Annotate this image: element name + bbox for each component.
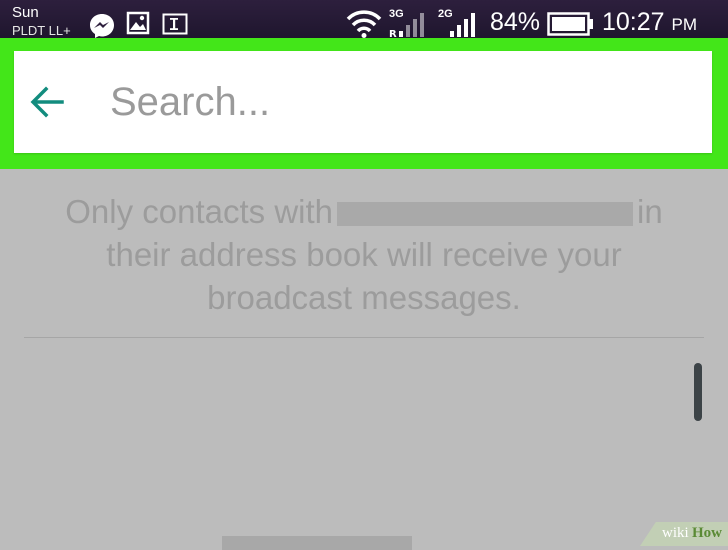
- broadcast-info-text: Only contacts with in their address book …: [30, 190, 698, 319]
- search-input[interactable]: [110, 75, 670, 129]
- info-line-3: broadcast messages.: [207, 279, 521, 316]
- obscured-section-heading: [222, 536, 412, 550]
- gallery-icon: [126, 11, 150, 40]
- search-bar: [14, 51, 712, 153]
- watermark-how: How: [692, 525, 722, 541]
- carrier-subtitle: PLDT LL+: [12, 23, 71, 38]
- status-bar: Sun PLDT LL+ 3G R 2G 84% 10:27 PM: [0, 0, 728, 41]
- clock-ampm: PM: [671, 15, 698, 34]
- wikihow-watermark: wiki How: [640, 522, 728, 546]
- clock-time: 10:27: [602, 8, 665, 36]
- battery-percent: 84%: [490, 8, 541, 36]
- watermark-wiki: wiki: [662, 525, 689, 541]
- info-line-2: their address book will receive your: [106, 236, 622, 273]
- svg-text:R: R: [389, 29, 397, 38]
- scrollbar-thumb[interactable]: [694, 363, 702, 421]
- back-arrow-icon[interactable]: [28, 83, 66, 126]
- info-line-1: Only contacts with in: [65, 193, 663, 230]
- text-icon: [162, 13, 188, 40]
- divider: [24, 337, 704, 338]
- redacted-phone-number: [337, 202, 634, 227]
- battery-icon: [547, 12, 595, 41]
- clock: 10:27 PM: [602, 9, 697, 38]
- carrier-name: Sun: [12, 4, 39, 21]
